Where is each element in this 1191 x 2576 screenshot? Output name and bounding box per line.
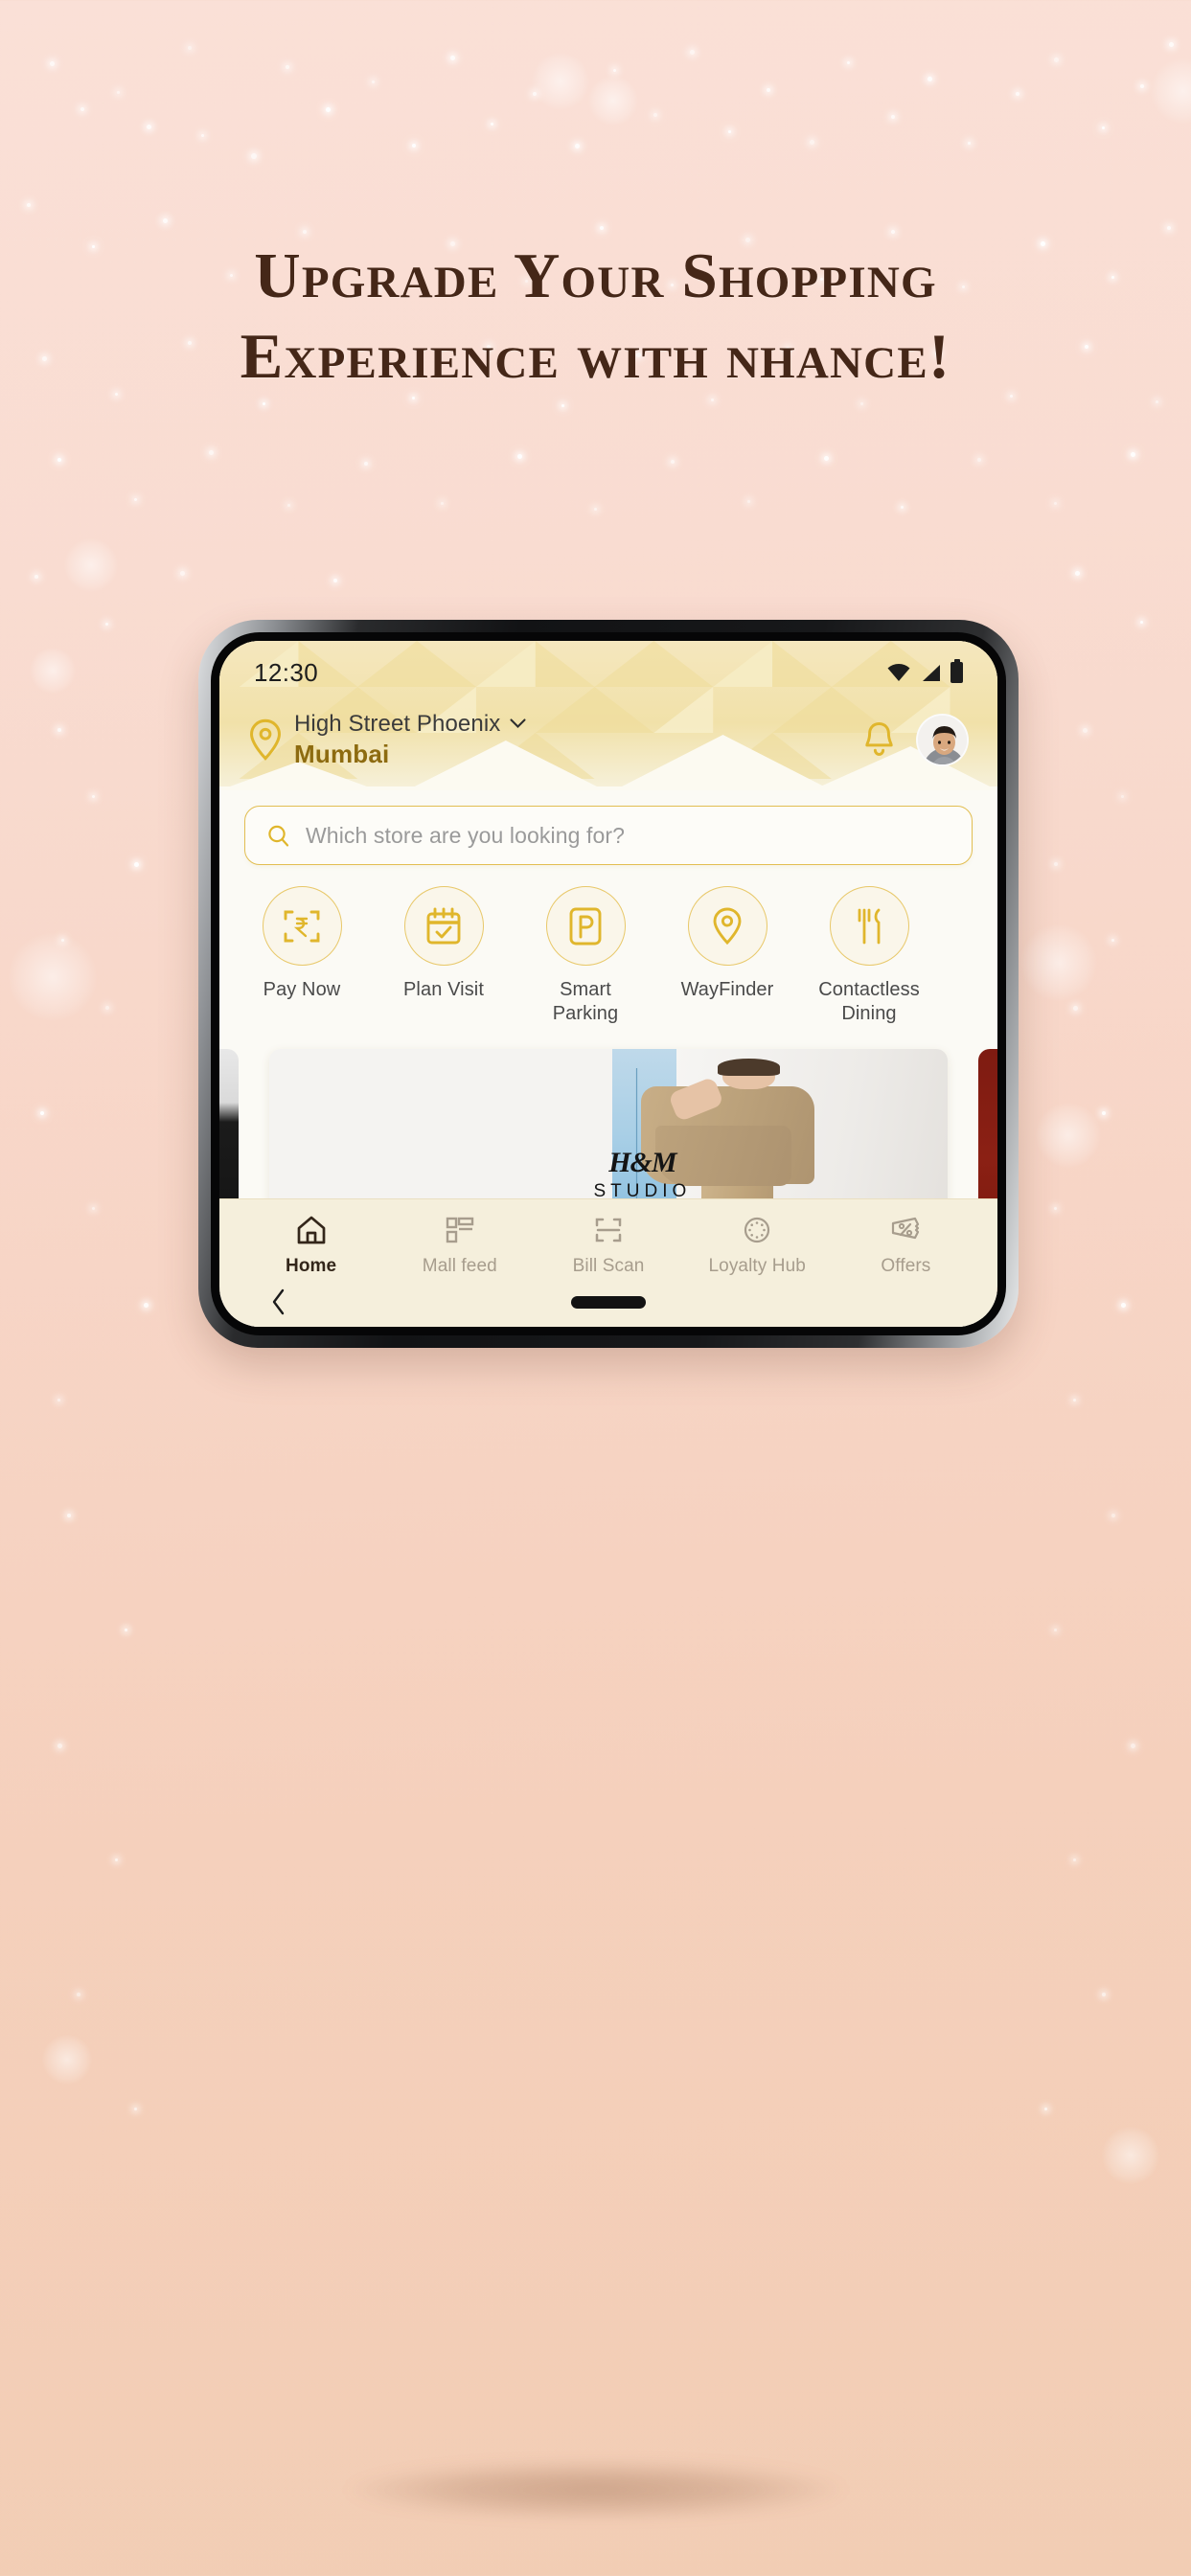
mall-name: High Street Phoenix [294, 711, 500, 737]
search-placeholder: Which store are you looking for? [306, 823, 625, 849]
wifi-icon [887, 664, 910, 681]
map-pin-icon [248, 718, 283, 761]
search-section: Which store are you looking for? [219, 790, 997, 865]
quick-action-icon-circle [263, 886, 342, 966]
bell-icon[interactable] [863, 720, 895, 759]
bottom-nav-items: Home Mall feed Bill Scan Loyalty Hub Off… [237, 1213, 980, 1277]
status-icons [887, 662, 963, 683]
search-icon [266, 824, 290, 848]
city-name: Mumbai [294, 740, 863, 768]
nav-label: Home [237, 1256, 385, 1277]
location-row[interactable]: High Street Phoenix Mumbai [219, 689, 997, 775]
nav-label: Loyalty Hub [683, 1256, 832, 1277]
chevron-down-icon[interactable] [510, 718, 526, 729]
quick-action-label: Plan Visit [390, 978, 497, 1002]
ticket-percent-icon [889, 1215, 922, 1245]
android-system-nav [237, 1277, 980, 1327]
back-chevron-icon[interactable] [271, 1288, 286, 1315]
quick-action-label: Pay Now [248, 978, 355, 1002]
quick-actions-row: Pay Now Plan Visit Smart Parking WayFind… [219, 865, 997, 1026]
nav-item-offers[interactable]: Offers [832, 1213, 980, 1277]
quick-action-wayfinder[interactable]: WayFinder [674, 886, 781, 1026]
nav-icon-wrap [385, 1213, 534, 1247]
quick-action-label: WayFinder [674, 978, 781, 1002]
signal-icon [920, 664, 941, 682]
quick-action-contactless-dining[interactable]: Contactless Dining [815, 886, 923, 1026]
nav-label: Mall feed [385, 1256, 534, 1277]
loyalty-coin-icon [742, 1215, 772, 1245]
quick-action-icon-circle [546, 886, 626, 966]
app-header: 12:30 High Street Phoenix Mumbai [219, 641, 997, 790]
nav-item-home[interactable]: Home [237, 1213, 385, 1277]
fork-knife-icon [851, 905, 887, 947]
phone-mockup: 12:30 High Street Phoenix Mumbai Which s… [198, 620, 1019, 1348]
location-text: High Street Phoenix Mumbai [294, 711, 863, 768]
nav-item-mall-feed[interactable]: Mall feed [385, 1213, 534, 1277]
avatar-photo [918, 716, 969, 766]
quick-action-label: Smart Parking [532, 978, 639, 1026]
bottom-navigation: Home Mall feed Bill Scan Loyalty Hub Off… [219, 1198, 997, 1327]
nav-label: Offers [832, 1256, 980, 1277]
map-pin-icon [711, 905, 744, 947]
nav-icon-wrap [534, 1213, 682, 1247]
nav-icon-wrap [237, 1213, 385, 1247]
nav-icon-wrap [832, 1213, 980, 1247]
nav-label: Bill Scan [534, 1256, 682, 1277]
parking-p-icon [567, 905, 604, 947]
mall-feed-icon [445, 1215, 475, 1245]
quick-action-icon-circle [688, 886, 767, 966]
nav-item-bill-scan[interactable]: Bill Scan [534, 1213, 682, 1277]
banner-brand-name: H&M [540, 1149, 744, 1177]
quick-action-pay-now[interactable]: Pay Now [248, 886, 355, 1026]
calendar-check-icon [424, 905, 464, 947]
quick-action-label: Contactless Dining [815, 978, 923, 1026]
app-content: Which store are you looking for? Pay Now… [219, 790, 997, 1327]
nav-item-loyalty-hub[interactable]: Loyalty Hub [683, 1213, 832, 1277]
nav-icon-wrap [683, 1213, 832, 1247]
quick-action-smart-parking[interactable]: Smart Parking [532, 886, 639, 1026]
status-bar: 12:30 [219, 641, 997, 689]
phone-drop-shadow [347, 2460, 845, 2519]
page-title: Upgrade Your Shopping Experience with nh… [0, 236, 1191, 397]
headline-line-2: Experience with nhance! [0, 316, 1191, 397]
search-input[interactable]: Which store are you looking for? [244, 806, 973, 865]
home-icon [295, 1214, 328, 1246]
phone-screen: 12:30 High Street Phoenix Mumbai Which s… [219, 641, 997, 1327]
home-pill[interactable] [571, 1296, 646, 1309]
mall-selector[interactable]: High Street Phoenix [294, 711, 863, 737]
headline-line-1: Upgrade Your Shopping [254, 240, 936, 311]
quick-action-plan-visit[interactable]: Plan Visit [390, 886, 497, 1026]
quick-action-icon-circle [830, 886, 909, 966]
battery-icon [951, 662, 963, 683]
quick-action-icon-circle [404, 886, 484, 966]
status-clock: 12:30 [254, 658, 318, 688]
scan-icon [593, 1215, 624, 1245]
model-hair [718, 1059, 780, 1075]
avatar[interactable] [916, 714, 969, 766]
scan-rupee-icon [281, 905, 323, 947]
